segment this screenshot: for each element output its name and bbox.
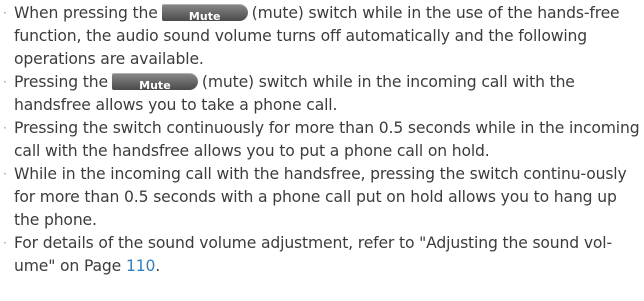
bullet-text: Pressing the Mute (mute) switch while in t… <box>14 71 644 117</box>
reference-period: . <box>155 257 161 275</box>
bullet-text: While in the incoming call with the hand… <box>14 165 627 229</box>
bullet-text: For details of the sound volume adjustme… <box>14 232 644 278</box>
mute-button-label: Mute <box>188 10 221 23</box>
text-before-button: When pressing the <box>14 4 158 22</box>
bullet-item-volume-reference: · For details of the sound volume adjust… <box>0 232 644 278</box>
bullet-item-mute-function: · When pressing the Mute (mute) switch whi… <box>0 2 644 71</box>
bullet-marker: · <box>3 121 7 135</box>
bullet-list: · When pressing the Mute (mute) switch whi… <box>0 2 644 278</box>
bullet-text: When pressing the Mute (mute) switch while… <box>14 2 644 71</box>
reference-text: For details of the sound volume adjustme… <box>14 234 612 275</box>
mute-button-icon: Mute <box>161 4 248 23</box>
text-before-button: Pressing the <box>14 73 108 91</box>
mute-button-icon: Mute <box>111 73 198 92</box>
bullet-item-hang-up: · While in the incoming call with the ha… <box>0 163 644 232</box>
bullet-item-hold-call: · Pressing the switch continuously for m… <box>0 117 644 163</box>
page-reference-link[interactable]: 110 <box>126 257 155 275</box>
bullet-marker: · <box>3 167 7 181</box>
bullet-item-take-call: · Pressing the Mute (mute) switch while in… <box>0 71 644 117</box>
instruction-document: · When pressing the Mute (mute) switch whi… <box>0 2 644 278</box>
bullet-marker: · <box>3 6 7 20</box>
bullet-marker: · <box>3 75 7 89</box>
bullet-text: Pressing the switch continuously for mor… <box>14 119 640 160</box>
mute-button-label: Mute <box>139 79 171 92</box>
bullet-marker: · <box>3 236 7 250</box>
